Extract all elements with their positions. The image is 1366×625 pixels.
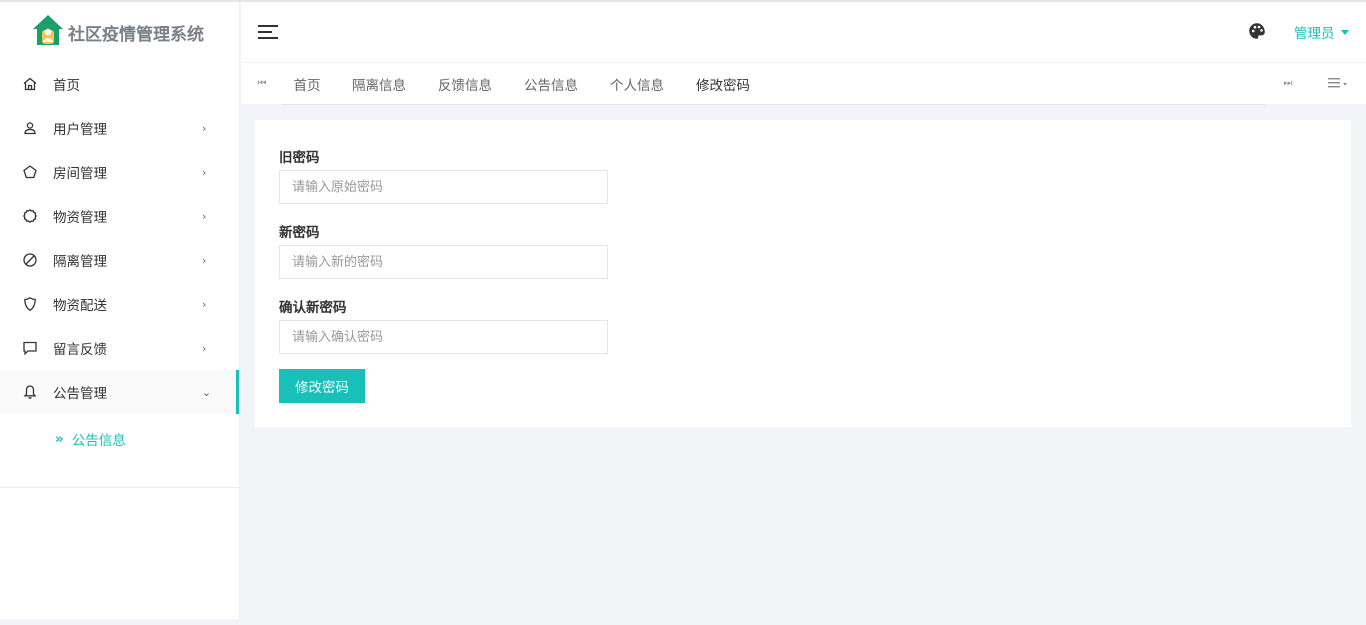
- user-name: 管理员: [1294, 26, 1335, 42]
- skip-previous-icon[interactable]: ⏮: [251, 63, 273, 103]
- user-icon: [22, 120, 38, 136]
- message-icon: [22, 340, 38, 356]
- sidebar-bottom-strip: [0, 619, 241, 625]
- chevron-right-icon: ›: [202, 297, 207, 311]
- caret-down-icon: [1340, 29, 1349, 35]
- sidebar-item-label: 隔离管理: [53, 254, 107, 270]
- sidebar-item-label: 公告管理: [53, 386, 107, 402]
- sidebar: 社区疫情管理系统 首页 用户管理 › 房间管理 › 物资管理 › 隔离管理 › …: [0, 2, 240, 619]
- submenu-item-label: 公告信息: [71, 433, 126, 449]
- sidebar-item-home[interactable]: 首页: [0, 62, 239, 106]
- confirm-password-label: 确认新密码: [279, 300, 347, 316]
- sidebar-item-label: 房间管理: [53, 166, 107, 182]
- sidebar-item-label: 留言反馈: [53, 342, 107, 358]
- pentagon-icon: [22, 164, 38, 180]
- sidebar-item-supplies[interactable]: 物资管理 ›: [0, 194, 239, 238]
- tab-bar: ⏮ 首页 隔离信息 反馈信息 公告信息 个人信息 修改密码 ⏭: [241, 62, 1366, 105]
- double-chevron-right-icon: »: [55, 431, 64, 447]
- sidebar-item-label: 用户管理: [53, 122, 107, 138]
- top-header: 管理员: [241, 2, 1366, 62]
- sidebar-item-isolation[interactable]: 隔离管理 ›: [0, 238, 239, 282]
- chevron-right-icon: ›: [202, 209, 207, 223]
- house-person-logo-icon: [31, 13, 68, 51]
- chevron-down-icon: ⌄: [202, 385, 212, 399]
- sidebar-item-delivery[interactable]: 物资配送 ›: [0, 282, 239, 326]
- chevron-right-icon: ›: [202, 341, 207, 355]
- sidebar-item-users[interactable]: 用户管理 ›: [0, 106, 239, 150]
- home-icon: [22, 76, 38, 92]
- sidebar-item-announcements[interactable]: 公告管理 ⌄: [0, 370, 239, 414]
- old-password-input[interactable]: [279, 170, 608, 204]
- change-password-card: 旧密码 新密码 确认新密码 修改密码: [255, 120, 1351, 427]
- tab-announcement-info[interactable]: 公告信息: [513, 63, 589, 105]
- tabs-underline: [281, 104, 1266, 105]
- bell-icon: [22, 384, 38, 400]
- tab-personal-info[interactable]: 个人信息: [599, 63, 675, 105]
- tab-feedback-info[interactable]: 反馈信息: [427, 63, 503, 105]
- submenu-item-announcement-info[interactable]: » 公告信息: [0, 414, 239, 464]
- ban-icon: [22, 252, 38, 268]
- sidebar-item-rooms[interactable]: 房间管理 ›: [0, 150, 239, 194]
- logo[interactable]: 社区疫情管理系统: [0, 2, 239, 62]
- confirm-password-input[interactable]: [279, 320, 608, 354]
- tab-options-icon[interactable]: [1325, 63, 1355, 103]
- user-menu[interactable]: 管理员: [1294, 22, 1349, 42]
- sidebar-item-label: 物资配送: [53, 298, 107, 314]
- sidebar-divider: [0, 487, 240, 488]
- old-password-label: 旧密码: [279, 150, 320, 166]
- sidebar-item-label: 物资管理: [53, 210, 107, 226]
- menu-toggle-icon[interactable]: [258, 23, 278, 41]
- shield-icon: [22, 296, 38, 312]
- tab-isolation-info[interactable]: 隔离信息: [341, 63, 417, 105]
- change-password-button[interactable]: 修改密码: [279, 369, 365, 403]
- gear-icon: [22, 208, 38, 224]
- sidebar-item-feedback[interactable]: 留言反馈 ›: [0, 326, 239, 370]
- skip-next-icon[interactable]: ⏭: [1277, 63, 1299, 103]
- sidebar-menu: 首页 用户管理 › 房间管理 › 物资管理 › 隔离管理 › 物资配送 › 留言…: [0, 62, 239, 464]
- new-password-input[interactable]: [279, 245, 608, 279]
- app-title: 社区疫情管理系统: [68, 24, 204, 45]
- palette-icon[interactable]: [1248, 22, 1266, 40]
- new-password-label: 新密码: [279, 225, 320, 241]
- sidebar-item-label: 首页: [53, 78, 80, 94]
- chevron-right-icon: ›: [202, 121, 207, 135]
- chevron-right-icon: ›: [202, 253, 207, 267]
- chevron-right-icon: ›: [202, 165, 207, 179]
- tab-change-password[interactable]: 修改密码: [680, 63, 766, 105]
- tab-home[interactable]: 首页: [283, 63, 331, 105]
